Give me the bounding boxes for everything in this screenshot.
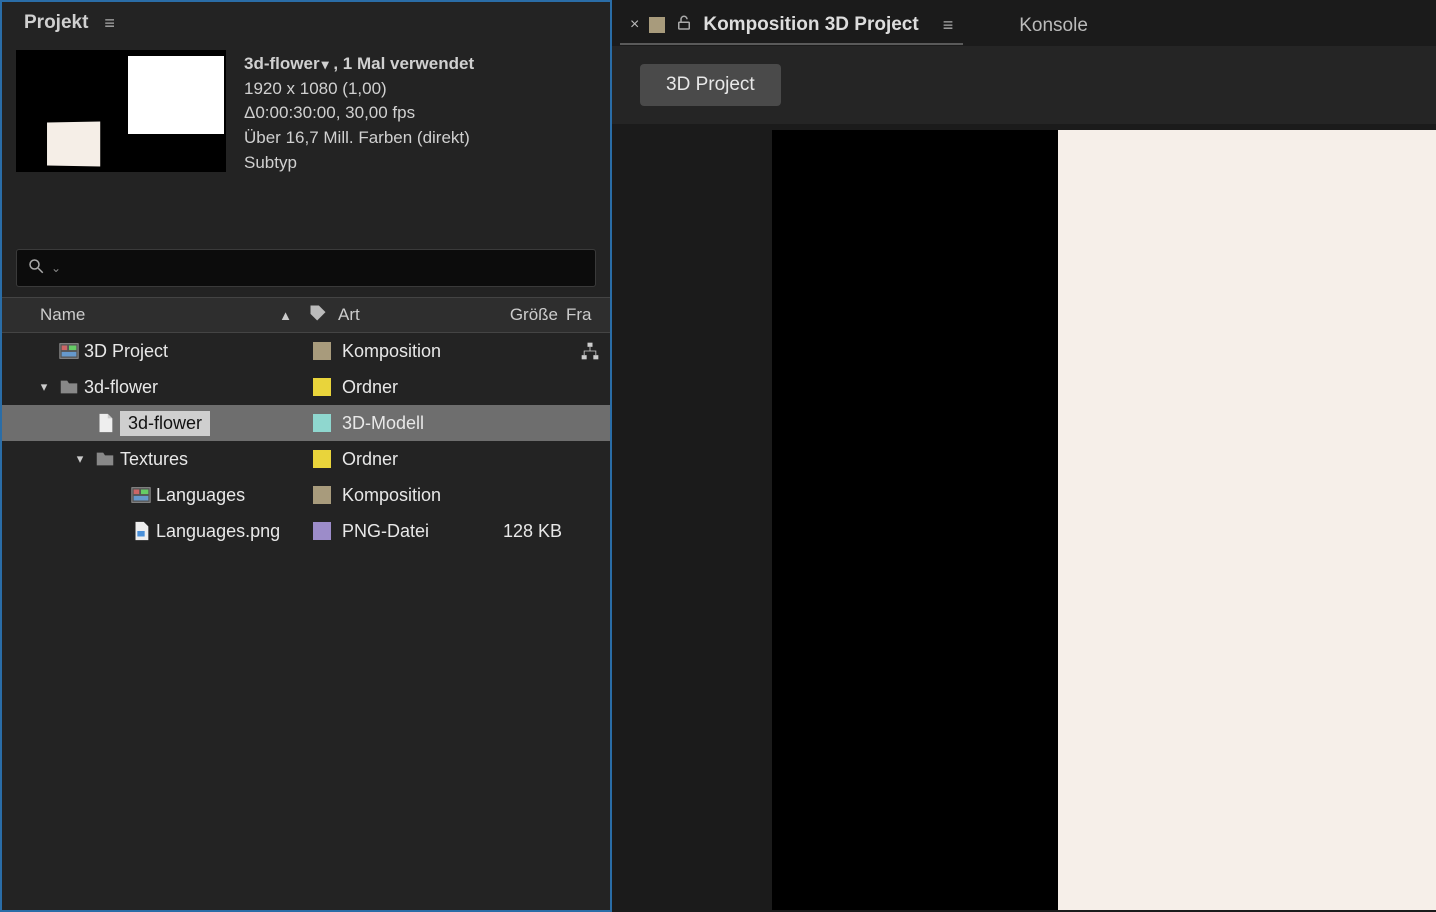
comp-icon [54, 340, 84, 362]
label-swatch[interactable] [313, 342, 331, 360]
row-name: 3d-flower [84, 377, 158, 398]
comp-icon [126, 484, 156, 506]
item-info-text: 3d-flower , 1 Mal verwendet 1920 x 1080 … [244, 50, 474, 175]
row-name: Languages [156, 485, 245, 506]
project-row[interactable]: ▾ 3d-flower Ordner [2, 369, 610, 405]
konsole-tab[interactable]: Konsole [1019, 15, 1088, 37]
folder-icon [54, 376, 84, 398]
project-row[interactable]: ▾ Textures Ordner [2, 441, 610, 477]
lock-icon[interactable] [675, 14, 693, 37]
search-icon [27, 257, 45, 280]
dropdown-icon[interactable] [320, 54, 329, 73]
search-input[interactable] [67, 259, 585, 277]
selected-item-info: 3d-flower , 1 Mal verwendet 1920 x 1080 … [2, 42, 610, 185]
column-fra[interactable]: Fra [566, 305, 606, 325]
composition-color-swatch [649, 17, 665, 33]
row-name: 3d-flower [120, 411, 210, 436]
project-row[interactable]: 3d-flower 3D-Modell [2, 405, 610, 441]
composition-tab-title: Komposition 3D Project [703, 14, 918, 36]
twisty-icon[interactable]: ▾ [70, 451, 90, 467]
twisty-icon[interactable]: ▾ [34, 379, 54, 395]
item-subtype: Subtyp [244, 151, 474, 176]
project-row[interactable]: 3D Project Komposition [2, 333, 610, 369]
column-size[interactable]: Größe [478, 305, 566, 325]
label-swatch[interactable] [313, 522, 331, 540]
column-label[interactable] [298, 303, 338, 328]
close-icon[interactable]: × [630, 16, 639, 34]
project-panel: Projekt ≡ 3d-flower , 1 Mal verwendet 19… [0, 0, 612, 912]
project-rows: 3D Project Komposition ▾ 3d-flower Ordner 3d-… [2, 333, 610, 910]
composition-viewer[interactable] [612, 124, 1436, 912]
project-table-header: Name ▲ Art Größe Fra [2, 297, 610, 333]
column-art[interactable]: Art [338, 305, 478, 325]
composition-canvas [772, 130, 1436, 910]
item-usage: , 1 Mal verwendet [333, 54, 474, 73]
label-swatch[interactable] [313, 450, 331, 468]
search-dropdown-icon[interactable]: ⌄ [51, 261, 61, 275]
project-panel-header: Projekt ≡ [2, 2, 610, 42]
composition-tab[interactable]: × Komposition 3D Project ≡ [620, 8, 963, 45]
composition-panel: × Komposition 3D Project ≡ Konsole 3D Pr… [612, 0, 1436, 912]
row-name: Languages.png [156, 521, 280, 542]
row-art: 3D-Modell [342, 413, 482, 434]
panel-menu-icon[interactable]: ≡ [104, 13, 115, 34]
tab-menu-icon[interactable]: ≡ [943, 15, 954, 36]
project-panel-title[interactable]: Projekt [24, 12, 88, 34]
sort-arrow-icon[interactable]: ▲ [279, 308, 292, 323]
row-name: Textures [120, 449, 188, 470]
label-swatch[interactable] [313, 486, 331, 504]
row-art: Ordner [342, 377, 482, 398]
item-colors: Über 16,7 Mill. Farben (direkt) [244, 126, 474, 151]
item-name: 3d-flower [244, 54, 320, 73]
composition-tabs: × Komposition 3D Project ≡ Konsole [612, 0, 1436, 46]
search-box[interactable]: ⌄ [16, 249, 596, 287]
column-name[interactable]: Name ▲ [40, 305, 298, 325]
row-art: Komposition [342, 341, 482, 362]
label-swatch[interactable] [313, 378, 331, 396]
row-fra[interactable] [570, 341, 610, 361]
item-duration: Δ0:00:30:00, 30,00 fps [244, 101, 474, 126]
label-swatch[interactable] [313, 414, 331, 432]
row-art: Komposition [342, 485, 482, 506]
row-name: 3D Project [84, 341, 168, 362]
composition-breadcrumb-bar: 3D Project [612, 46, 1436, 124]
folder-icon [90, 448, 120, 470]
item-thumbnail [16, 50, 226, 172]
breadcrumb-item[interactable]: 3D Project [640, 64, 781, 106]
row-art: PNG-Datei [342, 521, 482, 542]
project-row[interactable]: Languages Komposition [2, 477, 610, 513]
png-icon [126, 520, 156, 542]
project-row[interactable]: Languages.png PNG-Datei128 KB [2, 513, 610, 549]
item-dimensions: 1920 x 1080 (1,00) [244, 77, 474, 102]
row-art: Ordner [342, 449, 482, 470]
row-size: 128 KB [482, 521, 570, 542]
file-icon [90, 412, 120, 434]
